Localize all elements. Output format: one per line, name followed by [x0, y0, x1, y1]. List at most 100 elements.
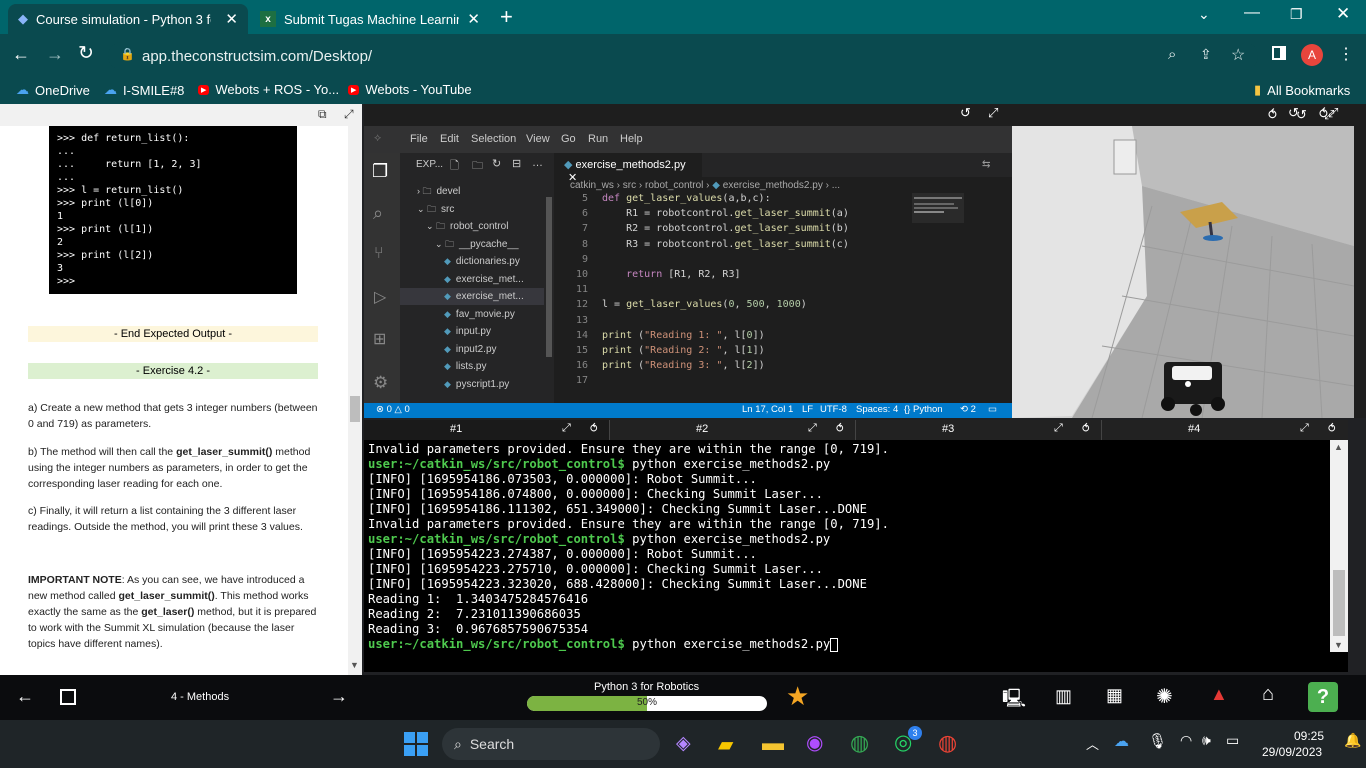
github-desktop-icon[interactable]: ◉: [806, 730, 823, 755]
help-button[interactable]: ?: [1308, 682, 1338, 712]
tree-item[interactable]: › 🗀 devel: [400, 183, 544, 200]
ide-reset-icon[interactable]: ↺: [960, 105, 971, 121]
extensions-icon[interactable]: ⊞: [373, 329, 386, 349]
restore-icon[interactable]: ❐: [1290, 6, 1303, 23]
expand-icon[interactable]: ⤢: [562, 422, 571, 435]
encoding[interactable]: UTF-8: [820, 404, 847, 415]
sidebar-scrollbar[interactable]: [546, 197, 552, 357]
profile-avatar[interactable]: A: [1301, 44, 1323, 66]
bookmark-webots-youtube[interactable]: ▶ Webots - YouTube: [348, 82, 472, 97]
reset-icon[interactable]: ⥀: [1328, 422, 1336, 435]
bookmark-onedrive[interactable]: ☁ OneDrive: [16, 82, 90, 98]
share-icon[interactable]: ⇪: [1200, 46, 1212, 63]
back-icon[interactable]: ←: [12, 44, 30, 65]
expand-icon[interactable]: ⤢: [1054, 422, 1063, 435]
reload-icon[interactable]: ↻: [78, 42, 94, 65]
problems-indicator[interactable]: ⊗ 0 △ 0: [376, 404, 410, 415]
site-info-icon[interactable]: 🔒: [120, 47, 135, 61]
clock-date[interactable]: 29/09/2023: [1262, 745, 1322, 759]
sticky-notes-icon[interactable]: ▰: [718, 732, 733, 757]
close-tab-icon[interactable]: ✕: [225, 10, 238, 28]
star-rating-icon[interactable]: ★: [786, 681, 809, 712]
side-panel-icon[interactable]: [1272, 46, 1286, 60]
split-editor-icon[interactable]: ⇆: [982, 156, 990, 172]
scrollbar-thumb[interactable]: [1333, 570, 1345, 636]
indent[interactable]: Spaces: 4: [856, 404, 898, 415]
reset-icon[interactable]: ⥀: [1082, 422, 1090, 435]
bookmark-webots-ros[interactable]: ▶ Webots + ROS - Yo...: [198, 82, 339, 97]
volume-icon[interactable]: 🕪: [1202, 732, 1211, 749]
chrome-profile-icon[interactable]: ◍: [938, 730, 957, 756]
tree-item[interactable]: ◆ input2.py: [400, 341, 544, 358]
expand-icon[interactable]: ⤢: [344, 107, 354, 122]
bookmark-star-icon[interactable]: ☆: [1231, 45, 1245, 65]
sim-reset-icon[interactable]: ⥀: [1268, 107, 1277, 123]
tree-item[interactable]: ⌄ 🗀 robot_control: [400, 218, 544, 235]
new-folder-icon[interactable]: 🗀: [472, 157, 483, 176]
menu-run[interactable]: Run: [588, 133, 608, 145]
onedrive-tray-icon[interactable]: ☁: [1114, 732, 1129, 750]
forward-icon[interactable]: →: [46, 44, 64, 65]
chrome-icon[interactable]: ◍: [850, 730, 869, 756]
menu-edit[interactable]: Edit: [440, 133, 459, 145]
wifi-icon[interactable]: ◠: [1180, 732, 1192, 749]
close-window-icon[interactable]: ✕: [1336, 4, 1350, 24]
more-icon[interactable]: …: [532, 157, 543, 169]
crumb[interactable]: robot_control: [645, 180, 703, 191]
tab-exercise-methods2[interactable]: ◆ exercise_methods2.py ✕: [554, 153, 702, 184]
crumb[interactable]: src: [623, 180, 636, 191]
show-hidden-icons[interactable]: ︿: [1086, 734, 1099, 753]
expand-icon[interactable]: ⤢: [808, 422, 817, 435]
taskbar-search[interactable]: ⌕ Search: [442, 728, 660, 760]
gazebo-simulation-view[interactable]: [1012, 126, 1354, 418]
terminal-tab-2[interactable]: #2 ⤢ ⥀: [610, 420, 856, 440]
file-explorer-icon[interactable]: ▬: [762, 730, 784, 756]
bookmark-ismile[interactable]: ☁ I-SMILE#8: [104, 82, 184, 98]
terminal-scrollbar[interactable]: ▲ ▼: [1330, 440, 1348, 652]
copilot-icon[interactable]: ◈: [676, 732, 691, 755]
search-icon[interactable]: ⌕: [373, 203, 383, 224]
desktop-icon[interactable]: 🖳: [1002, 686, 1026, 716]
expand-icon[interactable]: ⤢: [1300, 422, 1309, 435]
clock-time[interactable]: 09:25: [1294, 729, 1324, 743]
tree-item[interactable]: ◆ pyscript1.py: [400, 376, 544, 393]
minimap[interactable]: [912, 193, 964, 223]
scrollbar-thumb[interactable]: [350, 396, 360, 422]
explorer-icon[interactable]: ❐: [372, 161, 388, 182]
tree-item[interactable]: ◆ input.py: [400, 323, 544, 340]
next-unit-icon[interactable]: →: [330, 686, 348, 707]
terminal-tab-3[interactable]: #3 ⤢ ⥀: [856, 420, 1102, 440]
report-warning-icon[interactable]: ▲: [1210, 684, 1228, 705]
sim-reload-icon[interactable]: ↺: [1296, 107, 1307, 123]
scroll-up-icon[interactable]: ▲: [1334, 442, 1343, 452]
lesson-scrollbar[interactable]: ▼: [348, 126, 362, 675]
menu-file[interactable]: File: [410, 133, 428, 145]
collapse-icon[interactable]: ⊟: [512, 157, 521, 170]
battery-icon[interactable]: ▭: [1226, 732, 1239, 749]
notification-bell-icon[interactable]: 🔔: [1344, 732, 1361, 749]
home-icon[interactable]: ⌂: [1262, 683, 1274, 706]
new-file-icon[interactable]: 🗋: [450, 157, 459, 176]
reset-icon[interactable]: ⥀: [836, 422, 844, 435]
apps-grid-icon[interactable]: ▦: [1106, 685, 1123, 706]
refresh-icon[interactable]: ↻: [492, 157, 501, 170]
scroll-down-icon[interactable]: ▼: [350, 660, 359, 670]
windows-start-icon[interactable]: [404, 732, 428, 756]
notebook-icon[interactable]: ▥: [1055, 686, 1072, 707]
ide-fullscreen-icon[interactable]: ⤢: [988, 105, 998, 121]
tab-submit-tugas[interactable]: x Submit Tugas Machine Learning ✕: [250, 4, 490, 34]
terminal-tab-1[interactable]: #1 ⤢ ⥀: [364, 420, 610, 440]
layout-icon[interactable]: ▭: [988, 404, 997, 415]
tab-search-icon[interactable]: ⌄: [1198, 6, 1210, 23]
ai-assistant-icon[interactable]: ✺: [1156, 684, 1173, 709]
tree-item[interactable]: ⌄ 🗀 __pycache__: [400, 236, 544, 253]
all-bookmarks[interactable]: ▮ All Bookmarks: [1254, 82, 1350, 98]
run-debug-icon[interactable]: ▷: [374, 287, 386, 307]
new-tab-icon[interactable]: +: [500, 4, 513, 30]
language[interactable]: {} Python: [904, 404, 943, 415]
menu-kebab-icon[interactable]: ⋮: [1338, 44, 1354, 64]
menu-help[interactable]: Help: [620, 133, 643, 145]
terminal-output[interactable]: Invalid parameters provided. Ensure they…: [364, 440, 1348, 672]
menu-selection[interactable]: Selection: [471, 133, 516, 145]
eol[interactable]: LF: [802, 404, 813, 415]
